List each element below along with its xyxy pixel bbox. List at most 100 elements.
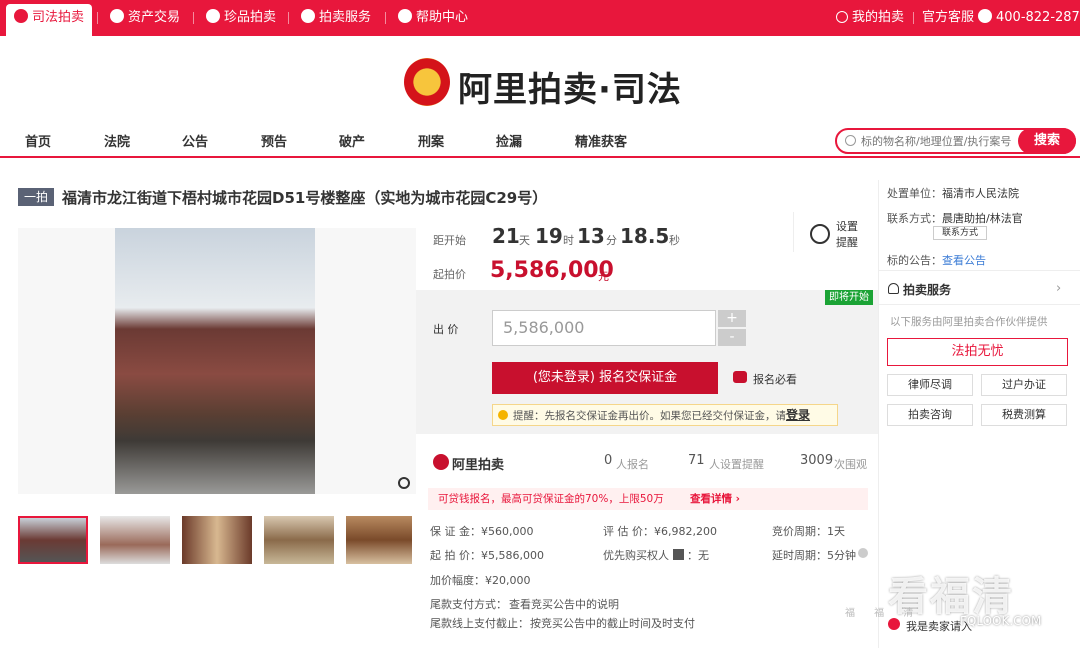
notice-label: 标的公告： <box>887 254 942 267</box>
transfer-label: 过户办证 <box>1002 378 1046 391</box>
tip-text: 提醒：先报名交保证金再出价。如果您已经交付保证金，请 <box>513 410 786 422</box>
hours-unit: 时 <box>563 234 574 247</box>
service-title: 拍卖服务 <box>903 283 952 297</box>
reminder-label: 人设置提醒 <box>709 458 764 471</box>
heart-icon <box>301 9 315 23</box>
court-emblem-logo <box>404 58 450 106</box>
delay-info: 延时周期：5分钟 <box>772 549 856 562</box>
phone-number: 400-822-2870 <box>978 0 1080 36</box>
zoom-icon[interactable] <box>398 477 410 489</box>
bid-label: 出 价 <box>433 323 459 336</box>
consult-button[interactable]: 拍卖咨询 <box>887 404 973 426</box>
reminder-count: 71 <box>688 453 705 468</box>
thumbnail-3[interactable] <box>182 516 252 564</box>
loan-banner: 可贷钱报名，最高可贷保证金的70%，上限50万 查看详情 › <box>428 488 868 510</box>
payment-deadline-label: 尾款线上支付截止： <box>430 617 529 630</box>
view-label: 次围观 <box>834 458 867 471</box>
countdown-label: 距开始 <box>433 234 466 247</box>
bid-amount-input[interactable]: 5,586,000 <box>492 310 716 346</box>
nav-bargain[interactable]: 捡漏 <box>496 131 522 150</box>
lawyer-check-button[interactable]: 律师尽调 <box>887 374 973 396</box>
sidebar-divider <box>878 304 1080 305</box>
bulb-icon <box>498 410 508 420</box>
sidebar-divider <box>878 270 1080 271</box>
transfer-button[interactable]: 过户办证 <box>981 374 1067 396</box>
thumbnail-2[interactable] <box>100 516 170 564</box>
round-badge: 一拍 <box>18 188 54 206</box>
site-logo-text: 阿里拍卖·司法 <box>458 70 682 110</box>
nav-court[interactable]: 法院 <box>104 131 130 150</box>
payment-method-label: 尾款支付方式： <box>430 598 507 611</box>
priority-info: 优先购买权人 ：无 <box>603 549 709 562</box>
top-bar: 司法拍卖 资产交易 珍品拍卖 拍卖服务 帮助中心 我的拍卖 官方客服 400-8… <box>0 0 1080 36</box>
lawyer-check-label: 律师尽调 <box>908 378 952 391</box>
search-input[interactable] <box>861 132 1017 150</box>
tax-calc-button[interactable]: 税费测算 <box>981 404 1067 426</box>
countdown-minutes: 13 <box>577 224 605 248</box>
divider <box>288 12 289 24</box>
decrease-bid-button[interactable]: - <box>718 329 746 346</box>
seconds-unit: 秒 <box>669 234 680 247</box>
cycle-info: 竞价周期：1天 <box>772 525 845 538</box>
divider <box>385 12 386 24</box>
deposit-info: 保 证 金：¥560,000 <box>430 525 534 538</box>
contact-label: 联系方式： <box>887 212 942 225</box>
divider <box>97 12 98 24</box>
signup-count: 0 <box>604 453 613 468</box>
set-reminder-button[interactable]: 设置 提醒 <box>793 212 863 252</box>
tab-judicial-auction[interactable]: 司法拍卖 <box>6 4 93 36</box>
tab-treasure-auction[interactable]: 珍品拍卖 <box>206 0 276 36</box>
gavel-icon <box>14 9 28 23</box>
help-icon <box>398 9 412 23</box>
must-read-link[interactable]: 报名必看 <box>753 371 797 387</box>
nav-home[interactable]: 首页 <box>25 131 51 150</box>
notice-link[interactable]: 查看公告 <box>942 252 986 268</box>
countdown-seconds: 18.5 <box>620 224 670 248</box>
divider <box>913 12 914 24</box>
tab-help-center[interactable]: 帮助中心 <box>398 0 468 36</box>
watermark-url: FQLOOK.COM <box>960 614 1042 628</box>
court-name: 福清市人民法院 <box>942 187 1019 200</box>
exchange-icon <box>110 9 124 23</box>
tax-calc-label: 税费测算 <box>1002 408 1046 421</box>
reminder-text-2: 提醒 <box>836 236 858 249</box>
chevron-right-icon[interactable]: › <box>1056 281 1061 296</box>
days-unit: 天 <box>519 234 530 247</box>
tab-auction-service[interactable]: 拍卖服务 <box>301 0 371 36</box>
payment-method-value: 查看竞买公告中的说明 <box>509 598 619 611</box>
reminder-text-1: 设置 <box>836 220 858 233</box>
countdown-days: 21 <box>492 224 520 248</box>
user-icon <box>836 11 848 23</box>
thumbnail-1[interactable] <box>18 516 88 564</box>
customer-service-link[interactable]: 官方客服 <box>922 0 974 36</box>
contact-button[interactable]: 联系方式 <box>933 226 987 240</box>
property-photo[interactable] <box>115 228 315 494</box>
thumbnail-4[interactable] <box>264 516 334 564</box>
worry-free-button[interactable]: 法拍无忧 <box>887 338 1068 366</box>
view-count: 3009 <box>800 453 834 468</box>
signup-label: 人报名 <box>616 458 649 471</box>
start-price-value: 5,586,000 <box>490 258 614 283</box>
countdown-hours: 19 <box>535 224 563 248</box>
tab-asset-trading[interactable]: 资产交易 <box>110 0 180 36</box>
help-circle-icon[interactable] <box>858 548 868 558</box>
nav-preview[interactable]: 预告 <box>261 131 287 150</box>
worry-free-label: 法拍无忧 <box>951 344 1004 359</box>
start-price-info: 起 拍 价：¥5,586,000 <box>430 549 544 562</box>
thumbnail-5[interactable] <box>346 516 412 564</box>
court-label: 处置单位： <box>887 187 942 200</box>
nav-notice[interactable]: 公告 <box>182 131 208 150</box>
coins-icon <box>733 371 747 383</box>
nav-bankruptcy[interactable]: 破产 <box>339 131 365 150</box>
increase-bid-button[interactable]: + <box>718 310 746 327</box>
my-auction-link[interactable]: 我的拍卖 <box>836 0 904 36</box>
alarm-clock-icon <box>810 224 830 244</box>
register-deposit-button[interactable]: (您未登录) 报名交保证金 <box>492 362 718 394</box>
nav-criminal[interactable]: 刑案 <box>418 131 444 150</box>
loan-details-link[interactable]: 查看详情 › <box>690 488 740 510</box>
search-button[interactable]: 搜索 <box>1018 128 1076 154</box>
loan-text: 可贷钱报名，最高可贷保证金的70%，上限50万 <box>438 493 664 505</box>
login-link[interactable]: 登录 <box>786 408 810 422</box>
nav-precise-leads[interactable]: 精准获客 <box>575 131 627 150</box>
watermark-sub: 福 福 清 <box>845 608 922 619</box>
